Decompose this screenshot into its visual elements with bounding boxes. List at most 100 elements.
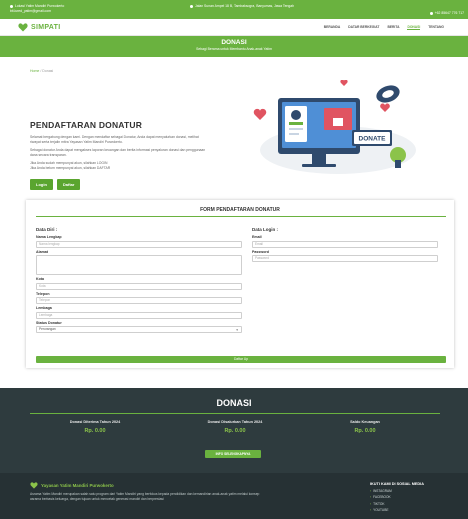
login-button[interactable]: Login: [30, 178, 53, 190]
nama-label: Nama Lengkap: [36, 235, 62, 239]
intro-paragraph-2: Sebagai donatur Anda dapat mengakses lap…: [30, 148, 206, 157]
social-link-label: FACEBOOK: [373, 495, 391, 500]
footer-social: IKUTI KAMI DI SOSIAL MEDIA › INSTAGRAM › F…: [370, 482, 465, 512]
menu-item-tentang[interactable]: TENTANG: [428, 25, 444, 30]
top-phone[interactable]: +62 85647 776 717: [429, 11, 464, 15]
social-link-label: INSTAGRAM: [373, 488, 392, 493]
heart-logo-icon: [18, 23, 28, 32]
intro-buttons: Login Daftar: [30, 178, 210, 190]
intro-title: PENDAFTARAN DONATUR: [30, 120, 143, 130]
heart-logo-icon: [30, 482, 38, 489]
chevron-down-icon: ▾: [236, 328, 238, 332]
nama-input[interactable]: Nama lengkap: [36, 240, 242, 248]
intro-paragraph-1: Selamat bergabung dengan kami. Dengan me…: [30, 135, 199, 144]
intro-section: PENDAFTARAN DONATUR Selamat bergabung de…: [30, 120, 210, 190]
stat-balance-value: Rp. 0.00: [354, 428, 376, 434]
top-contact-left: Lokasi Yatim Mandiri Purwokerto bit.lure…: [10, 4, 64, 14]
kota-label: Kota: [36, 277, 44, 281]
top-address: Jalan Sunan Ampel 18 B, Tambaksogra, Ban…: [190, 4, 294, 8]
lembaga-label: Lembaga: [36, 306, 52, 310]
data-login-heading: Data Login :: [252, 227, 278, 232]
social-link-label: TIKTOK: [373, 501, 385, 506]
location-icon: [10, 4, 13, 8]
donate-sign-text: DONATE: [359, 136, 387, 143]
donation-stats-section: DONASI Donasi Diterima Tahun 2024 Rp. 0.…: [0, 388, 468, 473]
hero-title: DONASI: [221, 39, 247, 46]
status-selected-value: Perorangan: [39, 327, 56, 331]
daftar-button[interactable]: Daftar: [56, 178, 81, 190]
main-menu: BERANDA DATAR BERKEGIAT BERITA DONASI TE…: [324, 25, 444, 30]
chevron-right-icon: ›: [370, 508, 372, 513]
chevron-right-icon: ›: [370, 488, 372, 493]
alamat-label: Alamat: [36, 249, 48, 254]
stats-divider: [30, 413, 440, 414]
brand-logo[interactable]: SIMPATI: [18, 23, 60, 32]
submit-button[interactable]: Daftar Up: [36, 356, 446, 363]
password-label: Password: [252, 249, 269, 254]
stat-distributed-label: Donasi Disalurkan Tahun 2024: [207, 420, 263, 424]
social-link-youtube[interactable]: › YOUTUBE: [370, 508, 465, 512]
breadcrumb-home[interactable]: Home: [30, 69, 39, 73]
stat-received: Donasi Diterima Tahun 2024 Rp. 0.00: [30, 420, 160, 434]
phone-icon: [429, 11, 433, 15]
info-more-button[interactable]: INFO SELENGKAPNYA: [205, 450, 261, 458]
footer-org: Yayasan Yatim Mandiri Purwokerto: [30, 482, 270, 489]
footer-description: Asrama Yatim Mandiri merupakan salah sat…: [30, 492, 260, 501]
navbar: SIMPATI BERANDA DATAR BERKEGIAT BERITA D…: [0, 19, 468, 36]
alamat-textarea[interactable]: [36, 255, 242, 275]
footer-org-name: Yayasan Yatim Mandiri Purwokerto: [41, 483, 114, 488]
telepon-label: Telepon: [36, 291, 50, 296]
data-diri-column: Data Diri : Nama Lengkap Nama lengkap Al…: [36, 227, 242, 333]
status-label: Status Donatur: [36, 320, 62, 325]
form-title: FORM PENDAFTARAN DONATUR: [200, 207, 280, 213]
registration-form-card: FORM PENDAFTARAN DONATUR Data Diri : Nam…: [26, 200, 454, 368]
map-pin-icon: [190, 4, 193, 8]
top-address-text: Jalan Sunan Ampel 18 B, Tambaksogra, Ban…: [195, 4, 295, 8]
hero-subtitle: Sebagi Berama untuk Membantu Anak-anak Y…: [196, 47, 272, 51]
menu-item-datar[interactable]: DATAR BERKEGIAT: [348, 25, 379, 30]
form-title-divider: [36, 216, 446, 217]
telepon-input[interactable]: Telepon: [36, 297, 242, 304]
footer-about: Yayasan Yatim Mandiri Purwokerto Asrama …: [30, 482, 270, 501]
intro-paragraph-4: Jika Anda belum mempunyai akun, silahkan…: [30, 165, 111, 170]
footer: Yayasan Yatim Mandiri Purwokerto Asrama …: [0, 473, 468, 519]
data-login-column: Data Login : Email Email Password Passwo…: [252, 227, 438, 262]
coin-icon: [376, 85, 400, 103]
email-label: Email: [252, 235, 262, 239]
stats-title: DONASI: [216, 398, 252, 408]
top-location-text: Lokasi Yatim Mandiri Purwokerto: [15, 4, 65, 8]
top-phone-text: +62 85647 776 717: [434, 11, 464, 15]
stat-received-value: Rp. 0.00: [84, 428, 106, 434]
heart-icon: [253, 108, 267, 120]
status-select[interactable]: Perorangan ▾: [36, 326, 242, 333]
menu-item-berita[interactable]: BERITA: [387, 25, 399, 30]
social-link-facebook[interactable]: › FACEBOOK: [370, 495, 465, 499]
stat-balance: Saldo Keuangan Rp. 0.00: [300, 420, 430, 434]
chevron-right-icon: ›: [370, 501, 372, 506]
donate-illustration: DONATE: [253, 80, 416, 174]
brand-name: SIMPATI: [31, 24, 61, 31]
hero-band: DONASI Sebagi Berama untuk Membantu Anak…: [0, 36, 468, 57]
data-diri-heading: Data Diri :: [36, 227, 58, 232]
social-title: IKUTI KAMI DI SOSIAL MEDIA: [370, 482, 424, 486]
social-link-label: YOUTUBE: [373, 508, 389, 513]
stat-distributed-value: Rp. 0.00: [224, 428, 246, 434]
heart-icon: [340, 80, 348, 86]
heart-icon: [380, 103, 390, 112]
stat-balance-label: Saldo Keuangan: [350, 420, 380, 424]
stat-received-label: Donasi Diterima Tahun 2024: [69, 420, 121, 424]
menu-item-donasi[interactable]: DONASI: [407, 25, 421, 30]
top-email-text[interactable]: bit.lured_yatim@gmail.com: [10, 9, 51, 13]
top-info-bar: Lokasi Yatim Mandiri Purwokerto bit.lure…: [0, 0, 468, 19]
stat-distributed: Donasi Disalurkan Tahun 2024 Rp. 0.00: [170, 420, 300, 434]
password-input[interactable]: Password: [252, 255, 438, 262]
email-input[interactable]: Email: [252, 240, 438, 248]
social-link-instagram[interactable]: › INSTAGRAM: [370, 489, 465, 493]
breadcrumb: Home / Donasi: [30, 69, 53, 73]
chevron-right-icon: ›: [370, 495, 372, 500]
social-link-tiktok[interactable]: › TIKTOK: [370, 502, 465, 506]
kota-input[interactable]: Kota: [36, 282, 242, 290]
lembaga-input[interactable]: Lembaga: [36, 311, 242, 319]
menu-item-beranda[interactable]: BERANDA: [324, 25, 341, 30]
breadcrumb-current: Donasi: [42, 69, 54, 73]
